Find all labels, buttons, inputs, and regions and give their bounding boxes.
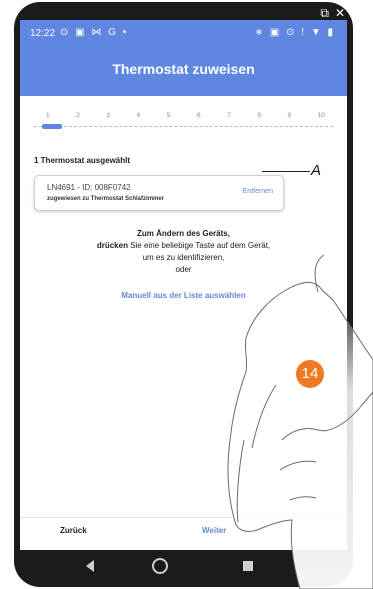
step-8: 8 xyxy=(257,112,261,119)
bottom-divider xyxy=(20,517,347,518)
status-time: 12:22 xyxy=(30,28,56,39)
nav-home-icon[interactable] xyxy=(152,558,168,574)
callout-line xyxy=(262,171,310,172)
device-id: LN4691 - ID: 008F0742 xyxy=(47,183,131,192)
next-button[interactable]: Weiter xyxy=(202,526,226,535)
step-7: 7 xyxy=(227,112,231,119)
current-step-marker xyxy=(42,124,62,129)
step-10: 10 xyxy=(317,112,325,119)
device-assignment: zugewiesen zu Thermostat Schlafzimmer xyxy=(47,196,165,202)
expand-icon[interactable]: ⧉ xyxy=(320,6,329,21)
close-icon[interactable]: ✕ xyxy=(335,6,345,21)
step-number-badge: 14 xyxy=(296,360,324,388)
selection-count: 1 Thermostat ausgewählt xyxy=(34,156,131,165)
nav-recent-apps-icon[interactable] xyxy=(243,561,253,571)
selected-device-card: LN4691 - ID: 008F0742 zugewiesen zu Ther… xyxy=(34,175,284,211)
callout-label: A xyxy=(311,162,322,179)
android-nav-bar xyxy=(20,550,347,586)
step-2: 2 xyxy=(76,112,80,119)
phone-frame: ⧉ ✕ 12:22 ⊙ ▣ ⋈ G • ∗ ▣ ⊙ ! ▼ ▮ Thermost… xyxy=(14,2,353,587)
instruction-line-4: oder xyxy=(175,265,192,274)
page-title: Thermostat zuweisen xyxy=(112,61,255,77)
step-indicator: 1 2 3 4 5 6 7 8 9 10 xyxy=(34,112,333,142)
step-9: 9 xyxy=(287,112,292,119)
step-6: 6 xyxy=(196,112,201,119)
back-button[interactable]: Zurück xyxy=(60,526,87,535)
app-bar: Thermostat zuweisen xyxy=(20,46,347,96)
system-icons: ∗ ▣ ⊙ ! ▼ ▮ xyxy=(254,27,335,38)
instruction-line-3: um es zu identifizieren, xyxy=(142,253,225,262)
status-bar: 12:22 ⊙ ▣ ⋈ G • ∗ ▣ ⊙ ! ▼ ▮ xyxy=(20,20,347,46)
instruction-line-2: drücken Sie eine beliebige Taste auf dem… xyxy=(20,241,347,250)
step-track xyxy=(34,126,333,131)
step-4: 4 xyxy=(136,112,141,119)
window-controls: ⧉ ✕ xyxy=(320,6,345,21)
manual-select-link[interactable]: Manuell aus der Liste auswählen xyxy=(20,291,347,300)
step-5: 5 xyxy=(166,112,171,119)
instruction-emphasis: drücken xyxy=(96,241,128,250)
app-screen: 12:22 ⊙ ▣ ⋈ G • ∗ ▣ ⊙ ! ▼ ▮ Thermostat z… xyxy=(20,20,347,586)
instruction-line-1: Zum Ändern des Geräts, xyxy=(137,229,230,238)
instruction-line-2-rest: Sie eine beliebige Taste auf dem Gerät, xyxy=(127,241,271,250)
step-1: 1 xyxy=(46,112,50,119)
remove-button[interactable]: Entfernen xyxy=(243,188,273,195)
step-3: 3 xyxy=(106,112,110,119)
notification-icons: ⊙ ▣ ⋈ G • xyxy=(60,27,129,38)
step-numbers: 1 2 3 4 5 6 7 8 9 10 xyxy=(34,112,333,119)
nav-back-icon[interactable] xyxy=(86,560,94,572)
